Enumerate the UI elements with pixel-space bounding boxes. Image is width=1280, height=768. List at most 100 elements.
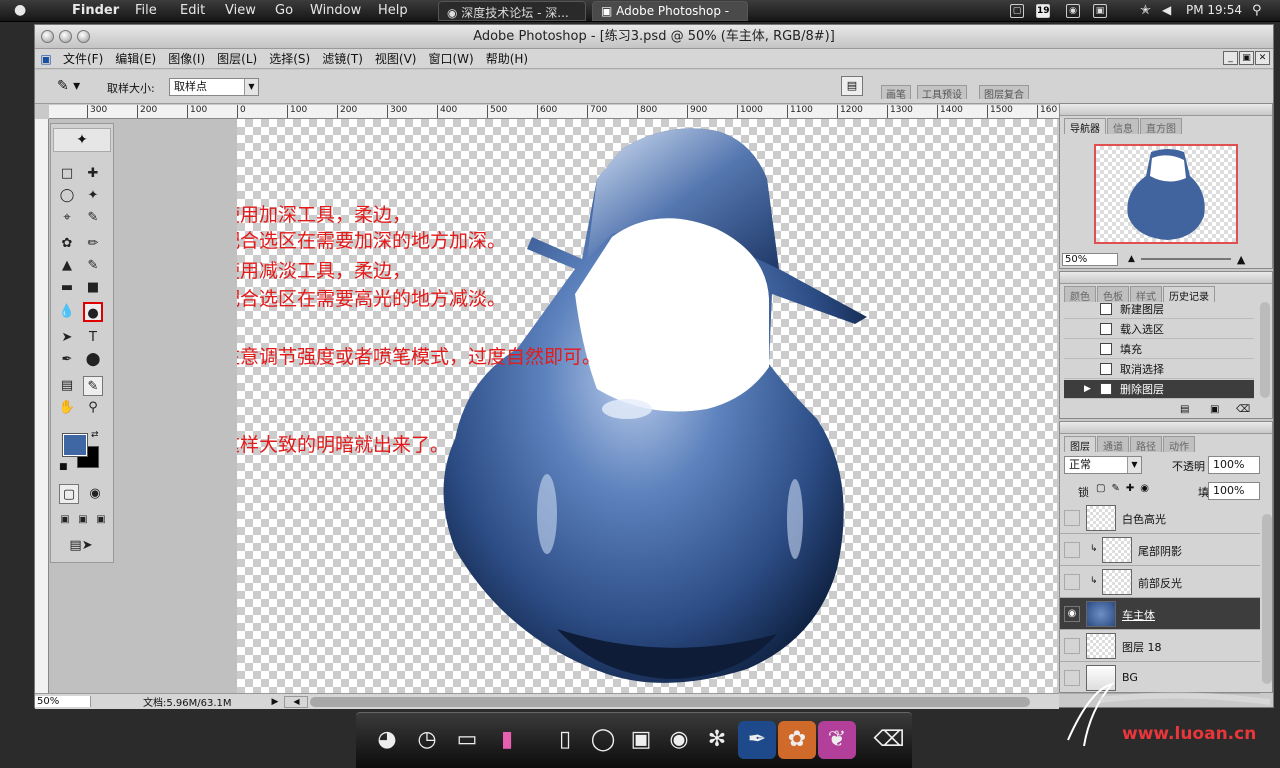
default-colors-icon[interactable]: ■: [59, 462, 68, 472]
bottle-icon[interactable]: ▯: [546, 721, 584, 759]
shape-tool-icon[interactable]: ⬤: [83, 350, 103, 370]
menu-go[interactable]: Go: [275, 3, 293, 18]
history-brush-tool-icon[interactable]: ✎: [83, 256, 103, 276]
zoom-out-icon[interactable]: ▲: [1128, 254, 1135, 264]
eye-icon[interactable]: ◉: [1064, 606, 1080, 622]
tool-presets-tab[interactable]: 工具预设: [917, 85, 967, 101]
visibility-toggle[interactable]: [1064, 574, 1080, 590]
trash-icon[interactable]: ⌫: [870, 721, 908, 759]
crop-tool-icon[interactable]: ⌖: [57, 208, 77, 228]
network-icon[interactable]: ✻: [698, 721, 736, 759]
tray-expand-icon[interactable]: ▢: [1010, 4, 1024, 18]
book-icon[interactable]: ▮: [488, 721, 526, 759]
layer-row-active[interactable]: ◉ 车主体: [1060, 598, 1260, 630]
tab-channels[interactable]: 通道: [1097, 436, 1129, 453]
robot-icon[interactable]: ◉: [660, 721, 698, 759]
slice-tool-icon[interactable]: ✎: [83, 208, 103, 228]
butterfly-icon[interactable]: ❦: [818, 721, 856, 759]
new-document-icon[interactable]: ▣: [1210, 404, 1219, 415]
tab-navigator[interactable]: 导航器: [1064, 118, 1106, 135]
eyedropper-tool-icon[interactable]: ✎ ▾: [57, 78, 80, 94]
brush-tool-icon[interactable]: ✏: [83, 234, 103, 254]
tab-histogram[interactable]: 直方图: [1140, 118, 1182, 135]
gamepad-icon[interactable]: ◕: [368, 721, 406, 759]
spotlight-icon[interactable]: ⚲: [1252, 3, 1262, 18]
brushes-tab[interactable]: 画笔: [881, 85, 911, 101]
menu-file[interactable]: File: [135, 3, 157, 18]
task-tab-photoshop[interactable]: ▣ Adobe Photoshop - ...: [592, 1, 748, 32]
stamp-tool-icon[interactable]: ▲: [57, 256, 77, 276]
tool-presets-icon[interactable]: ▤: [841, 76, 863, 96]
menu-edit[interactable]: Edit: [180, 3, 205, 18]
healing-tool-icon[interactable]: ✿: [57, 234, 77, 254]
panel-header[interactable]: [1060, 104, 1272, 116]
swap-colors-icon[interactable]: ⇄: [91, 430, 99, 440]
menu-image-cn[interactable]: 图像(I): [162, 49, 211, 69]
panel-header[interactable]: [1060, 272, 1272, 284]
menu-filter-cn[interactable]: 滤镜(T): [316, 49, 369, 69]
sample-size-select[interactable]: 取样点 ▼: [169, 78, 259, 96]
visibility-toggle[interactable]: [1064, 638, 1080, 654]
visibility-toggle[interactable]: [1064, 510, 1080, 526]
notes-tool-icon[interactable]: ▤: [57, 376, 77, 396]
history-item[interactable]: 取消选择: [1064, 360, 1254, 379]
tab-layers[interactable]: 图层: [1064, 436, 1096, 453]
visibility-toggle[interactable]: [1064, 542, 1080, 558]
truck-icon[interactable]: ▣: [622, 721, 660, 759]
menu-view-cn[interactable]: 视图(V): [369, 49, 423, 69]
menu-finder[interactable]: Finder: [72, 3, 119, 18]
close-window-button[interactable]: [41, 30, 54, 43]
clock-icon[interactable]: ◷: [408, 721, 446, 759]
history-item[interactable]: 填充: [1064, 340, 1254, 359]
fill-field[interactable]: 100%: [1208, 482, 1260, 500]
document-canvas[interactable]: 使用加深工具，柔边， 配合选区在需要加深的地方加深。 使用减淡工具，柔边， 配合…: [237, 119, 1057, 695]
menu-window-cn[interactable]: 窗口(W): [422, 49, 479, 69]
screen-mode-standard-icon[interactable]: ▣: [55, 510, 75, 530]
minimize-icon[interactable]: _: [1223, 51, 1238, 65]
volume-icon[interactable]: ◀: [1162, 3, 1171, 17]
layer-row[interactable]: ↳ 前部反光: [1060, 566, 1260, 598]
layer-row[interactable]: 白色高光: [1060, 502, 1260, 534]
window-icon[interactable]: ▣: [1093, 4, 1107, 18]
layer-row[interactable]: ↳ 尾部阴影: [1060, 534, 1260, 566]
horizontal-scrollbar[interactable]: [310, 696, 1031, 707]
menu-help[interactable]: Help: [378, 3, 408, 18]
menu-layer-cn[interactable]: 图层(L): [211, 49, 263, 69]
menu-window[interactable]: Window: [310, 3, 361, 18]
apple-logo-icon[interactable]: ●: [14, 2, 26, 18]
menu-select-cn[interactable]: 选择(S): [263, 49, 316, 69]
zoom-level-field[interactable]: 50%: [35, 696, 91, 707]
panel-header[interactable]: [1060, 422, 1272, 434]
feather-logo-icon[interactable]: ✦: [53, 128, 111, 152]
marquee-tool-icon[interactable]: □: [57, 164, 77, 184]
foreground-color-swatch[interactable]: [62, 433, 88, 457]
type-tool-icon[interactable]: T: [83, 328, 103, 348]
close-icon[interactable]: ✕: [1255, 51, 1270, 65]
screen-mode-full-icon[interactable]: ▣: [91, 510, 111, 530]
calendar-icon[interactable]: 19: [1036, 4, 1050, 18]
bluetooth-icon[interactable]: ✭: [1140, 3, 1151, 18]
tab-actions[interactable]: 动作: [1163, 436, 1195, 453]
gradient-tool-icon[interactable]: ■: [83, 278, 103, 298]
new-snapshot-icon[interactable]: ▤: [1180, 404, 1189, 415]
flower-icon[interactable]: ✿: [778, 721, 816, 759]
navigator-preview[interactable]: [1094, 144, 1238, 244]
eraser-tool-icon[interactable]: ▬: [57, 278, 77, 298]
trash-icon[interactable]: ⌫: [1236, 404, 1250, 415]
scroll-left-icon[interactable]: ◀: [284, 695, 309, 708]
layer-comps-tab[interactable]: 图层复合: [979, 85, 1029, 101]
navigator-zoom-field[interactable]: 50%: [1062, 252, 1118, 266]
zoom-window-button[interactable]: [77, 30, 90, 43]
layer-row[interactable]: 图层 18: [1060, 630, 1260, 662]
jump-to-imageready-icon[interactable]: ▤➤: [61, 536, 101, 556]
history-item-active[interactable]: ▶ 删除图层: [1064, 380, 1254, 399]
zoom-tool-icon[interactable]: ⚲: [83, 398, 103, 418]
minimize-window-button[interactable]: [59, 30, 72, 43]
path-selection-tool-icon[interactable]: ➤: [57, 328, 77, 348]
move-tool-icon[interactable]: ✚: [83, 164, 103, 184]
pen-tool-icon[interactable]: ✒: [57, 350, 77, 370]
camera-icon[interactable]: ◉: [1066, 4, 1080, 18]
clock-text[interactable]: PM 19:54: [1186, 3, 1242, 17]
opacity-field[interactable]: 100%: [1208, 456, 1260, 474]
magic-wand-tool-icon[interactable]: ✦: [83, 186, 103, 206]
